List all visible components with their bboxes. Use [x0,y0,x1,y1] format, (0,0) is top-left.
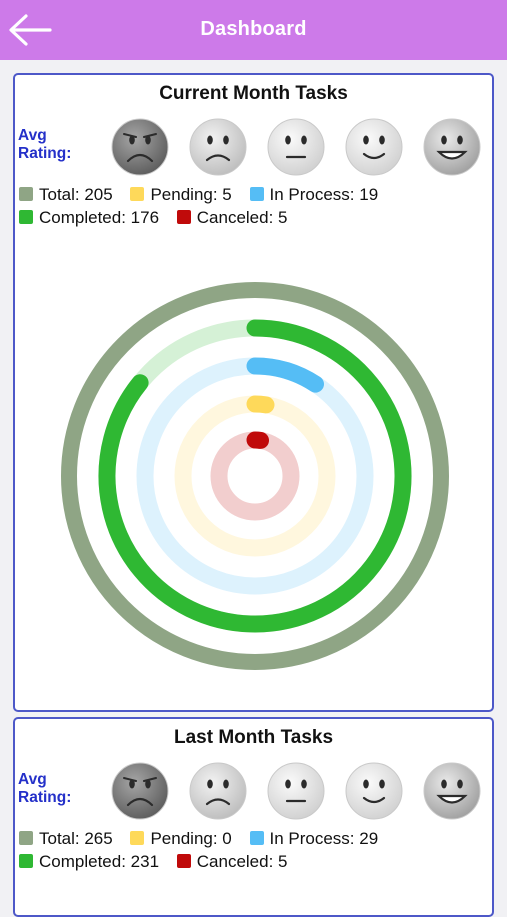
avg-rating-label: Avg Rating: [18,127,88,163]
legend-pending: Pending: 5 [130,185,231,205]
very-sad-face-icon[interactable] [110,761,170,821]
total-ring [69,290,441,662]
sad-face-icon[interactable] [188,761,248,821]
pending-bar [255,404,266,405]
rating-faces [110,761,488,823]
last-month-card: Last Month Tasks Avg Rating: [13,717,494,917]
very-happy-face-icon[interactable] [422,761,482,821]
neutral-face-icon[interactable] [266,761,326,821]
in-process-bar [255,366,316,384]
legend-row: Completed: 231 Canceled: 5 [19,852,301,872]
very-sad-face-icon[interactable] [110,117,170,177]
radial-task-chart [57,278,453,674]
legend-in-process: In Process: 19 [250,185,379,205]
legend-row: Total: 265 Pending: 0 In Process: 29 [19,829,391,849]
card-title: Current Month Tasks [15,83,492,105]
neutral-face-icon[interactable] [266,117,326,177]
happy-face-icon[interactable] [344,761,404,821]
legend-completed: Completed: 176 [19,208,159,228]
rating-faces [110,117,488,179]
pending-track [183,404,327,548]
legend-row: Total: 205 Pending: 5 In Process: 19 [19,185,391,205]
legend-canceled: Canceled: 5 [177,852,288,872]
legend-total: Total: 205 [19,185,113,205]
very-happy-face-icon[interactable] [422,117,482,177]
card-title: Last Month Tasks [15,727,492,749]
legend-in-process: In Process: 29 [250,829,379,849]
legend-row: Completed: 176 Canceled: 5 [19,208,301,228]
legend-pending: Pending: 0 [130,829,231,849]
canceled-track [219,440,291,512]
legend-completed: Completed: 231 [19,852,159,872]
app-header: Dashboard [0,0,507,60]
page-title: Dashboard [0,18,507,41]
legend-total: Total: 265 [19,829,113,849]
avg-rating-label: Avg Rating: [18,771,88,807]
sad-face-icon[interactable] [188,117,248,177]
happy-face-icon[interactable] [344,117,404,177]
legend-canceled: Canceled: 5 [177,208,288,228]
current-month-card: Current Month Tasks Avg Rating: [13,73,494,712]
